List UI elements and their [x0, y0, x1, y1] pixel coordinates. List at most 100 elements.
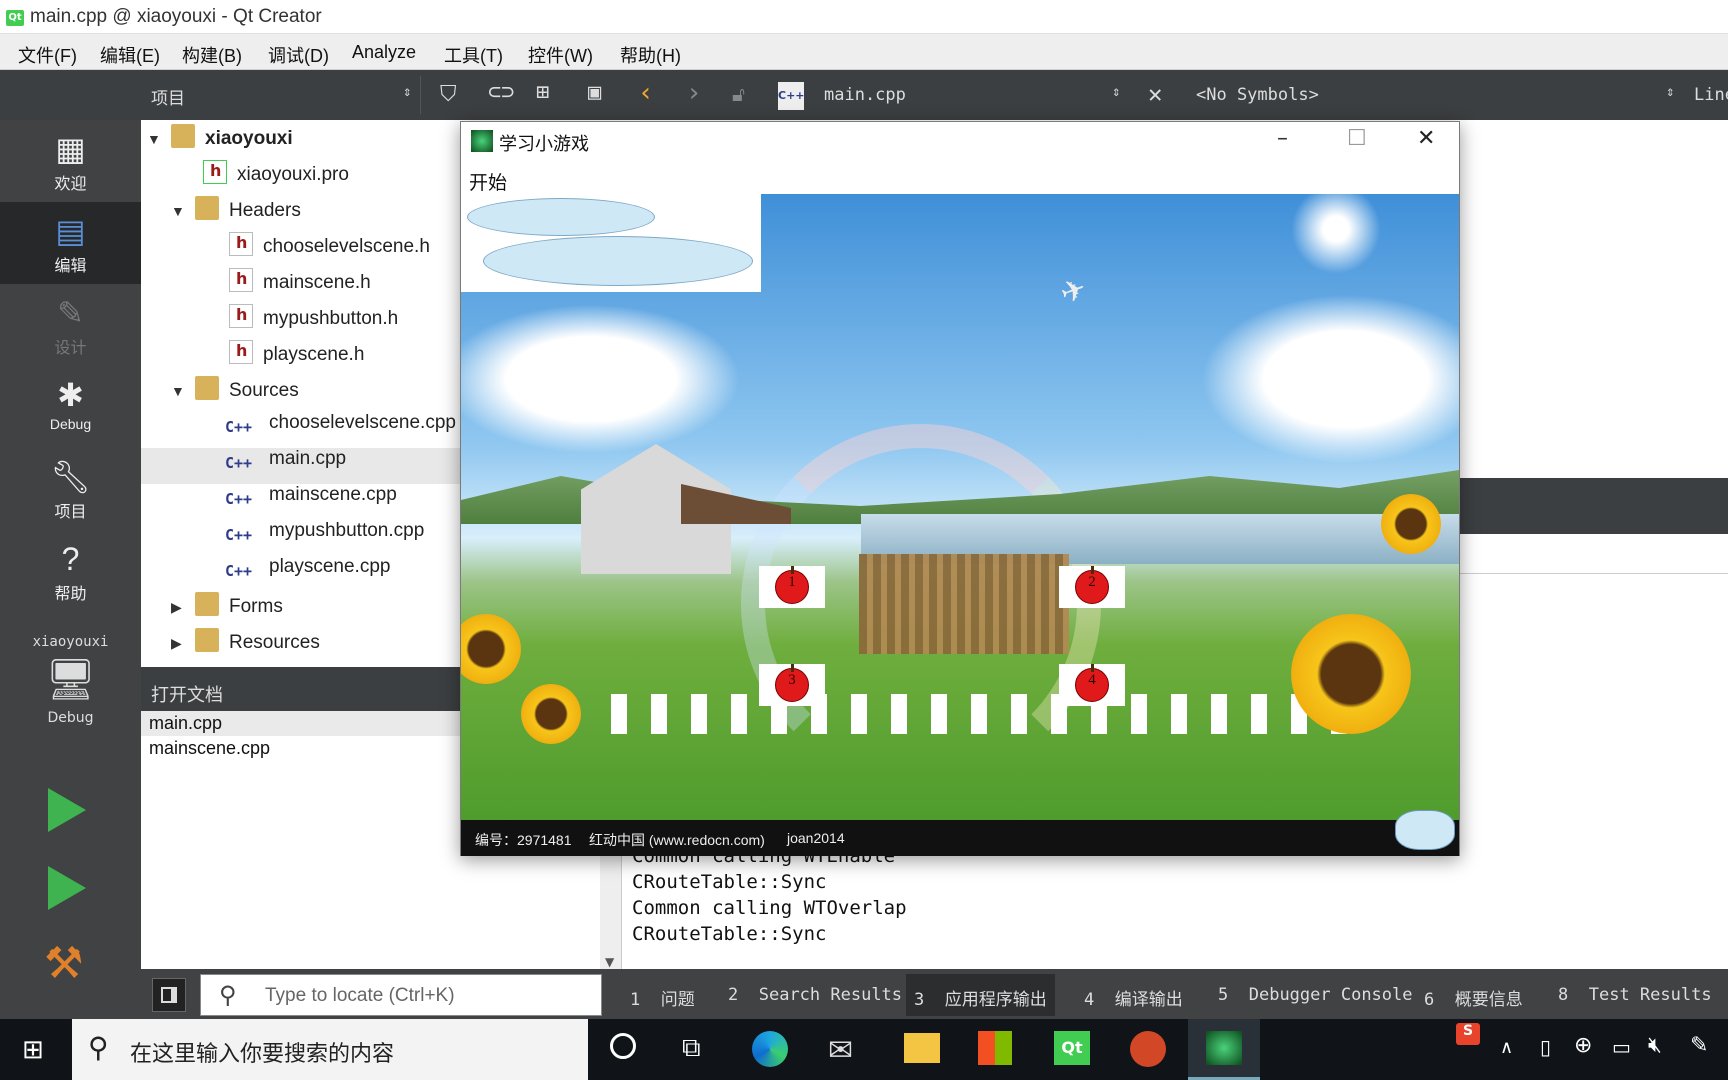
tree-item-header[interactable]: playscene.h — [229, 340, 364, 376]
menu-analyze[interactable]: Analyze — [352, 42, 416, 63]
menu-file[interactable]: 文件(F) — [18, 42, 77, 68]
project-view-combo[interactable]: 项目 ⇕ — [141, 76, 421, 114]
build-hammer-icon[interactable]: ⚒ — [44, 938, 83, 989]
tree-item-header[interactable]: mainscene.h — [229, 268, 371, 304]
maximize-icon[interactable]: ☐ — [1347, 126, 1367, 151]
network-globe-icon[interactable]: ⊕ — [1574, 1033, 1592, 1058]
filter-icon[interactable]: ⛉ — [440, 82, 457, 107]
symbols-combo[interactable]: <No Symbols> — [1196, 85, 1319, 105]
battery-icon[interactable]: ▭ — [1612, 1035, 1631, 1059]
powerpoint-icon[interactable] — [1130, 1031, 1166, 1067]
game-app-icon — [1206, 1031, 1242, 1065]
tree-item-header[interactable]: chooselevelscene.h — [229, 232, 430, 268]
tab-compile-output[interactable]: 4 编译输出 — [1084, 985, 1183, 1010]
volume-muted-icon[interactable]: 🔇︎ — [1648, 1033, 1662, 1058]
qt-creator-taskbar-icon[interactable]: Qt — [1054, 1031, 1090, 1065]
tree-headers[interactable]: ▼ Headers — [171, 196, 301, 232]
output-scrollbar[interactable]: ▼ — [600, 845, 622, 969]
editor-toolbar: 项目 ⇕ ⛉ ⊂⊃ ⊞ ▣ ‹ › 🔓︎ C++ main.cpp ⇕ ✕ <N… — [0, 70, 1728, 120]
tree-sources[interactable]: ▼ Sources — [171, 376, 299, 412]
scroll-down-icon[interactable]: ▼ — [605, 955, 614, 969]
tree-root[interactable]: ▼ xiaoyouxi — [147, 124, 293, 160]
kit-selector[interactable]: xiaoyouxi 🖥︎ Debug — [0, 620, 141, 790]
game-taskbar-button[interactable] — [1188, 1019, 1260, 1080]
file-combo[interactable]: main.cpp — [824, 85, 906, 105]
close-view-icon[interactable]: ▣ — [588, 80, 601, 105]
cortana-icon[interactable] — [610, 1033, 636, 1059]
tree-forms[interactable]: ▶ Forms — [171, 592, 283, 628]
tree-item-source[interactable]: C++ playscene.cpp — [225, 556, 390, 592]
cpp-file-icon: C++ — [778, 82, 805, 110]
menu-start[interactable]: 开始 — [469, 173, 507, 194]
grid-icon: ▦ — [55, 131, 86, 167]
tab-app-output[interactable]: 3 应用程序输出 — [906, 974, 1055, 1016]
usb-icon[interactable]: ▯ — [1540, 1035, 1551, 1059]
level-button-2[interactable]: 2 — [1059, 566, 1125, 608]
tray-expand-icon[interactable]: ∧ — [1500, 1037, 1513, 1058]
locate-input[interactable]: ⚲ Type to locate (Ctrl+K) — [200, 974, 602, 1016]
project-tree: ▼xiaoyouxi xiaoyouxi.pro ▼Headers choose… — [141, 120, 460, 667]
mode-projects[interactable]: 🔧︎ 项目 — [0, 448, 141, 530]
tree-item-source[interactable]: C++ chooselevelscene.cpp — [225, 412, 456, 448]
run-icon[interactable] — [48, 788, 86, 832]
sun — [1291, 194, 1381, 274]
split-add-icon[interactable]: ⊞ — [536, 80, 549, 105]
tree-item-source[interactable]: C++ mainscene.cpp — [225, 484, 397, 520]
game-window-title: 学习小游戏 — [499, 134, 589, 154]
store-icon[interactable] — [978, 1031, 1012, 1065]
link-icon[interactable]: ⊂⊃ — [488, 80, 515, 105]
open-doc-item[interactable]: mainscene.cpp — [141, 736, 460, 761]
menu-edit[interactable]: 编辑(E) — [100, 42, 160, 68]
cloud-cursor-button[interactable] — [1395, 810, 1455, 850]
menu-help[interactable]: 帮助(H) — [620, 42, 681, 68]
mode-edit[interactable]: ▤ 编辑 — [0, 202, 141, 284]
lock-icon[interactable]: 🔓︎ — [732, 82, 745, 106]
menu-build[interactable]: 构建(B) — [182, 42, 242, 68]
level-button-4[interactable]: 4 — [1059, 664, 1125, 706]
edge-browser-icon[interactable] — [752, 1031, 788, 1067]
fence — [611, 694, 1351, 734]
pen-icon: ✎ — [57, 295, 84, 331]
game-window: 学习小游戏 – ☐ ✕ 开始 ✈ 1 2 3 4 编号：2971481 红动中国… — [460, 121, 1460, 856]
level-button-1[interactable]: 1 — [759, 566, 825, 608]
close-icon[interactable]: ✕ — [1417, 126, 1435, 151]
close-file-icon[interactable]: ✕ — [1148, 80, 1162, 108]
windows-start-icon[interactable]: ⊞ — [22, 1035, 44, 1065]
minimize-icon[interactable]: – — [1277, 126, 1288, 151]
level-button-3[interactable]: 3 — [759, 664, 825, 706]
task-view-icon[interactable]: ⧉ — [682, 1033, 701, 1064]
tree-item-source-selected[interactable]: C++ main.cpp — [141, 448, 460, 484]
expand-arrow-icon[interactable]: ▼ — [147, 131, 171, 147]
mode-welcome[interactable]: ▦ 欢迎 — [0, 120, 141, 202]
tab-issues[interactable]: 1 问题 — [630, 985, 695, 1010]
open-documents-header: 打开文档 — [141, 667, 460, 711]
tree-resources[interactable]: ▶ Resources — [171, 628, 320, 664]
menu-tools[interactable]: 工具(T) — [444, 42, 503, 68]
watermark-user: joan2014 — [787, 830, 845, 846]
tab-debugger-console[interactable]: 5 Debugger Console — [1218, 985, 1413, 1005]
tab-general-messages[interactable]: 6 概要信息 — [1424, 985, 1523, 1010]
tab-search-results[interactable]: 2 Search Results — [728, 985, 902, 1005]
tree-item-source[interactable]: C++ mypushbutton.cpp — [225, 520, 424, 556]
menu-widgets[interactable]: 控件(W) — [528, 42, 593, 68]
menu-debug[interactable]: 调试(D) — [268, 42, 329, 68]
application-output[interactable]: Common calling WTEnable CRouteTable::Syn… — [600, 845, 1728, 969]
mode-help[interactable]: ? 帮助 — [0, 530, 141, 612]
taskbar-search[interactable]: ⚲ 在这里输入你要搜索的内容 — [72, 1019, 588, 1080]
tree-item-header[interactable]: mypushbutton.h — [229, 304, 398, 340]
input-method-icon[interactable]: S — [1456, 1023, 1480, 1045]
tab-test-results[interactable]: 8 Test Results — [1558, 985, 1712, 1005]
back-arrow-icon[interactable]: ‹ — [638, 78, 654, 108]
bug-icon: ✱ — [57, 377, 84, 413]
tree-item-pro[interactable]: xiaoyouxi.pro — [203, 160, 349, 196]
mode-debug[interactable]: ✱ Debug — [0, 366, 141, 448]
mail-icon[interactable]: ✉ — [828, 1033, 853, 1068]
open-doc-item[interactable]: main.cpp — [141, 711, 460, 736]
forward-arrow-icon[interactable]: › — [686, 78, 702, 108]
updown-arrow-icon: ⇕ — [403, 84, 412, 100]
pen-icon[interactable]: ✎ — [1690, 1033, 1708, 1058]
file-explorer-icon[interactable] — [904, 1033, 940, 1063]
toggle-sidebar-icon[interactable] — [152, 978, 186, 1012]
mode-design[interactable]: ✎ 设计 — [0, 284, 141, 366]
debug-run-icon[interactable] — [48, 866, 86, 910]
